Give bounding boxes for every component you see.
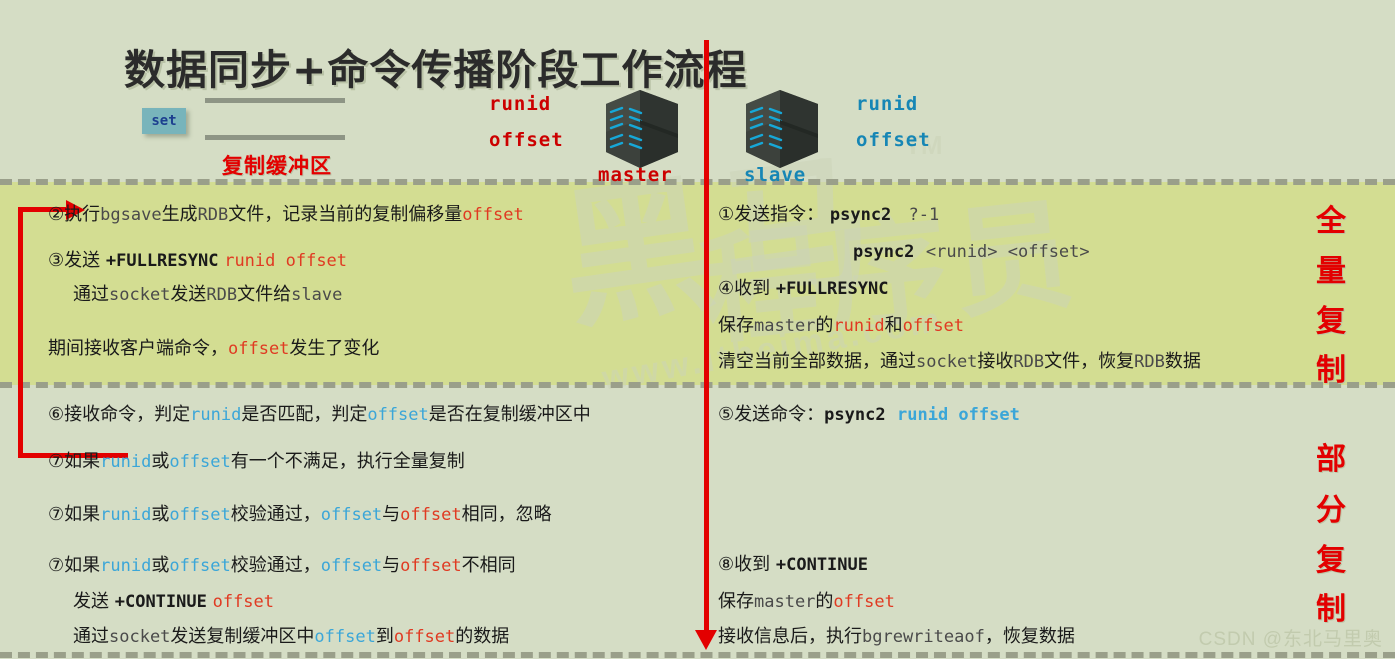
master-step-7b: ⑦如果runid或offset校验通过，offset与offset相同，忽略 (48, 504, 552, 525)
diagram-canvas: 黑马 程序员 www.itheima.com TM CSDN @东北马里奥 数据… (0, 0, 1395, 659)
slave-step-8: ⑧收到 +CONTINUE (718, 554, 868, 575)
step-number: ⑦ (48, 555, 65, 576)
master-offset-label: offset (489, 129, 564, 151)
step-number: ⑧ (718, 554, 735, 575)
slave-step-1: ①发送指令： psync2 ?-1 (718, 204, 940, 225)
master-server-icon (606, 90, 678, 168)
slave-clear-and-load: 清空当前全部数据，通过socket接收RDB文件，恢复RDB数据 (718, 351, 1201, 372)
label-full-replication-char-3: 制 (1316, 353, 1346, 388)
step-number: ⑦ (48, 504, 65, 525)
master-step-7c-socket: 通过socket发送复制缓冲区中offset到offset的数据 (73, 626, 510, 647)
label-full-replication-char-1: 量 (1316, 254, 1346, 289)
slave-offset-label: offset (856, 129, 931, 151)
master-step-3: ③发送 +FULLRESYNC runid offset (48, 250, 348, 271)
slave-server-icon (746, 90, 818, 168)
flow-arrow-down (695, 630, 717, 650)
divider-top (0, 179, 1395, 185)
slave-runid-label: runid (856, 93, 919, 115)
buffer-line-top (205, 98, 345, 103)
divider-middle (0, 382, 1395, 388)
step-number: ⑤ (718, 404, 735, 425)
master-step-7c-send: 发送 +CONTINUE offset (73, 591, 275, 612)
label-full-replication-char-0: 全 (1316, 204, 1346, 239)
divider-bottom (0, 652, 1395, 658)
label-partial-replication-char-1: 分 (1316, 493, 1346, 528)
step-number: ① (718, 204, 735, 225)
step-number: ② (48, 204, 65, 225)
step-number: ④ (718, 278, 735, 299)
master-step-7a: ⑦如果runid或offset有一个不满足，执行全量复制 (48, 451, 465, 472)
slave-save-offset: 保存master的offset (718, 591, 895, 612)
master-slave-divider (704, 40, 709, 644)
slave-step-5: ⑤发送命令：psync2 runid offset (718, 404, 1020, 425)
slave-save-master-info: 保存master的runid和offset (718, 315, 965, 336)
master-step-2: ②执行bgsave生成RDB文件，记录当前的复制偏移量offset (48, 204, 524, 225)
step-number: ③ (48, 250, 65, 271)
master-offset-change-note: 期间接收客户端命令，offset发生了变化 (48, 338, 380, 359)
slave-step-4: ④收到 +FULLRESYNC (718, 278, 889, 299)
step-number: ⑦ (48, 451, 65, 472)
buffer-line-bottom (205, 135, 345, 140)
step-number: ⑥ (48, 404, 65, 425)
master-step-3-detail: 通过socket发送RDB文件给slave (73, 284, 343, 305)
master-step-6: ⑥接收命令，判定runid是否匹配，判定offset是否在复制缓冲区中 (48, 404, 591, 425)
label-partial-replication-char-3: 制 (1316, 592, 1346, 627)
master-step-7c: ⑦如果runid或offset校验通过，offset与offset不相同 (48, 555, 516, 576)
label-full-replication-char-2: 复 (1316, 304, 1346, 339)
label-partial-replication-char-2: 复 (1316, 543, 1346, 578)
slave-step-1-detail: psync2 <runid> <offset> (853, 242, 1090, 262)
loopback-arrow-vertical (18, 207, 23, 458)
slave-bgrewriteaof: 接收信息后，执行bgrewriteaof，恢复数据 (718, 626, 1075, 647)
set-command-box: set (142, 108, 186, 134)
replication-buffer-label: 复制缓冲区 (222, 154, 332, 178)
label-partial-replication-char-0: 部 (1316, 442, 1346, 477)
master-runid-label: runid (489, 93, 552, 115)
